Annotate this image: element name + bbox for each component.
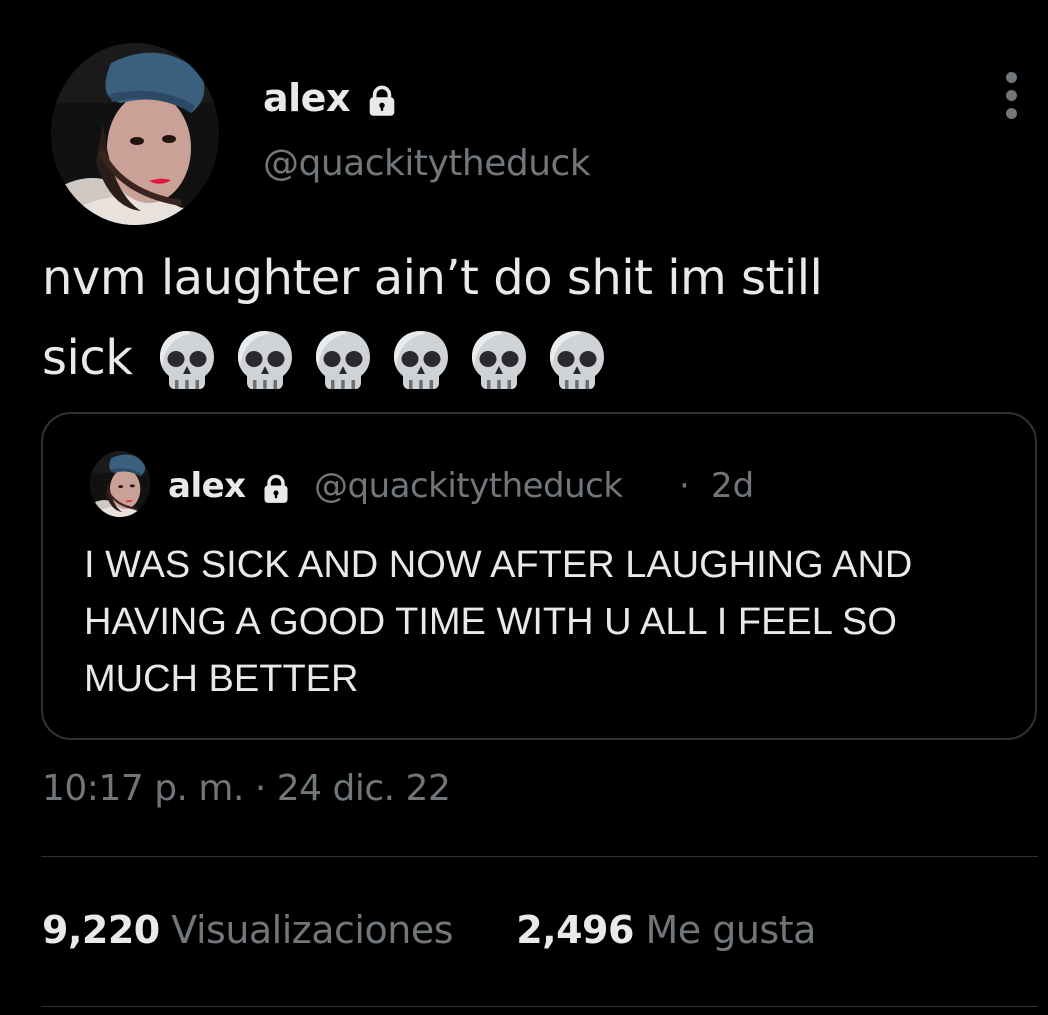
quoted-author-handle: @quackitytheduck <box>314 466 623 506</box>
more-options-button[interactable] <box>998 72 1026 120</box>
tweet-detail: alex @quackitytheduck nvm laughter ain’t… <box>0 0 1048 1015</box>
more-dot-icon <box>1006 72 1017 83</box>
quoted-text-line: HAVING A GOOD TIME WITH U ALL I FEEL SO <box>84 601 897 643</box>
quoted-text-line: I WAS SICK AND NOW AFTER LAUGHING AND <box>84 544 913 586</box>
quoted-tweet[interactable]: alex @quackitytheduck · 2d I WAS SICK AN… <box>41 412 1037 740</box>
more-dot-icon <box>1006 108 1017 119</box>
more-dot-icon <box>1006 90 1017 101</box>
skull-icon <box>467 328 531 392</box>
author-handle[interactable]: @quackitytheduck <box>263 143 591 184</box>
skull-icon <box>155 328 219 392</box>
author-display-name[interactable]: alex <box>263 76 350 120</box>
author-avatar[interactable] <box>51 43 219 225</box>
skull-icon <box>233 328 297 392</box>
quoted-author-avatar <box>90 451 150 517</box>
views-label: Visualizaciones <box>171 908 453 952</box>
tweet-text-line: sick <box>42 330 133 386</box>
likes-label: Me gusta <box>645 908 816 952</box>
separator-dot: · <box>679 466 690 506</box>
lock-icon <box>262 474 290 504</box>
skull-icon <box>389 328 453 392</box>
skull-icon <box>311 328 375 392</box>
tweet-text: nvm laughter ain’t do shit im still sick <box>42 238 1002 398</box>
tweet-timestamp[interactable]: 10:17 p. m. · 24 dic. 22 <box>42 768 451 809</box>
quoted-author-display-name: alex <box>168 466 246 506</box>
quoted-tweet-text: I WAS SICK AND NOW AFTER LAUGHING AND HA… <box>84 537 1014 708</box>
skull-emoji-group <box>155 328 609 392</box>
divider <box>41 1006 1038 1007</box>
likes-stat[interactable]: 2,496 Me gusta <box>516 908 816 952</box>
quoted-tweet-time: 2d <box>711 466 755 506</box>
likes-count: 2,496 <box>516 908 634 952</box>
skull-icon <box>545 328 609 392</box>
tweet-stats: 9,220 Visualizaciones 2,496 Me gusta <box>42 908 816 952</box>
lock-icon <box>367 85 397 117</box>
views-stat[interactable]: 9,220 Visualizaciones <box>42 908 465 952</box>
tweet-text-line: nvm laughter ain’t do shit im still <box>42 250 823 306</box>
divider <box>41 856 1038 857</box>
quoted-text-line: MUCH BETTER <box>84 658 359 700</box>
views-count: 9,220 <box>42 908 160 952</box>
